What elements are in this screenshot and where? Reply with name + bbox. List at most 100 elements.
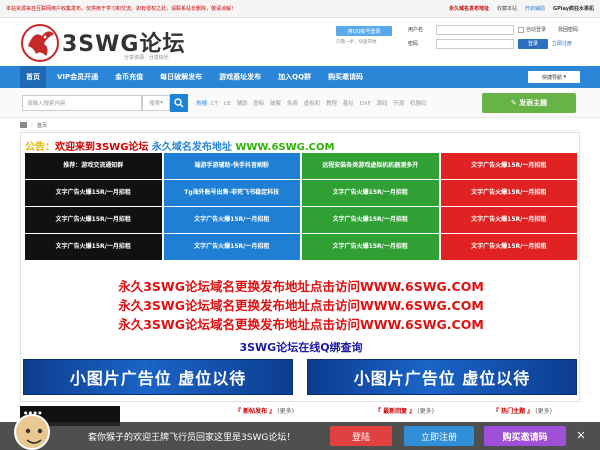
main-nav: 首页 VIP会员开通 金币充值 每日破解发布 游戏基址发布 加入QQ群 购买邀请… xyxy=(0,66,600,88)
search-row: 请输入搜索内容 搜索 ▾ 热搜: CT CE 辅助 图标 破解 免费 虚拟机 教程… xyxy=(0,88,600,118)
text-ad-cell[interactable]: 文字广告火爆15R/一月招租 xyxy=(302,207,439,233)
text-ad-cell[interactable]: 文字广告火爆15R/一月招租 xyxy=(25,180,162,206)
text-ad-grid: 推荐：游戏交流通知群 端游手游辅助-快手抖音刷粉 远程安装各类游戏虚拟机机器测多开文… xyxy=(25,153,577,260)
hot-word[interactable]: 免费 xyxy=(287,101,298,107)
register-link[interactable]: 立即注册 xyxy=(552,40,572,47)
password-label: 密码 xyxy=(408,41,419,47)
domain-link[interactable]: 永久3SWG论坛域名更换发布地址点击访问WWW.6SWG.COM xyxy=(21,277,581,296)
sticky-login-button[interactable]: 登陆 xyxy=(330,426,392,446)
domain-link[interactable]: 永久3SWG论坛域名更换发布地址点击访问WWW.6SWG.COM xyxy=(21,315,581,334)
post-topic-button[interactable]: ✎ 发表主题 xyxy=(482,93,576,113)
hot-word[interactable]: CE xyxy=(224,101,231,107)
login-form: 用户名 自动登录 找回密码 密码 登录 立即注册 xyxy=(408,23,594,51)
qq-binding-query-link[interactable]: 3SWG论坛在线Q绑查询 xyxy=(21,339,581,355)
hot-word[interactable]: 基址 xyxy=(343,101,354,107)
text-ad-cell[interactable]: 端游手游辅助-快手抖音刷粉 xyxy=(163,153,300,179)
search-button[interactable] xyxy=(170,94,188,112)
guest-welcome-message: 套你猴子的欢迎王牌飞行员回家这里是3SWG论坛！ xyxy=(88,433,296,443)
sticky-register-button[interactable]: 立即注册 xyxy=(404,426,474,446)
nav-item-gold[interactable]: 金币充值 xyxy=(109,66,149,88)
text-ad-cell[interactable]: Tg海外账号出售-非死飞书稳定科技 xyxy=(163,180,300,206)
text-ad-cell[interactable]: 文字广告火爆15R/一月招租 xyxy=(440,207,577,233)
text-ad-cell[interactable]: 文字广告火爆15R/一月招租 xyxy=(302,180,439,206)
qq-login-block: 用QQ帐号登录 只需一步，快速开始 xyxy=(336,26,392,45)
search-type-select[interactable]: 搜索 ▾ xyxy=(142,95,170,111)
mascot-avatar xyxy=(14,414,50,450)
text-ad-cell[interactable]: 文字广告火爆15R/一月招租 xyxy=(302,234,439,260)
page-root: 本站资源来自互联网用户收集发布，仅供用于学习和交流。如有侵权之处，请联系站长删除… xyxy=(0,0,600,450)
forgot-password-link[interactable]: 找回密码 xyxy=(558,26,578,33)
text-ad-cell[interactable]: 文字广告火爆15R/一月招租 xyxy=(440,234,577,260)
site-notice: 本站资源来自互联网用户收集发布，仅供用于学习和交流。如有侵权之处，请联系站长删除… xyxy=(6,6,237,12)
hot-word[interactable]: 机器码 xyxy=(410,101,427,107)
search-type-label: 搜索 xyxy=(149,101,161,107)
hot-word[interactable]: 破解 xyxy=(270,101,281,107)
breadcrumb-home[interactable]: 首页 xyxy=(37,122,47,129)
column-more-link[interactable]: (更多) xyxy=(417,408,434,415)
column-new-threads-title: 『 新帖发布 』 xyxy=(235,408,276,415)
top-strip: 本站资源来自互联网用户收集发布，仅供用于学习和交流。如有侵权之处，请联系站长删除… xyxy=(0,0,600,18)
site-logo[interactable]: 3SWG论坛 分享资源 · 分享快乐 xyxy=(20,24,200,62)
nav-item-qq-group[interactable]: 加入QQ群 xyxy=(272,66,317,88)
nav-item-vip[interactable]: VIP会员开通 xyxy=(51,66,104,88)
hot-word[interactable]: 教程 xyxy=(326,101,337,107)
breadcrumb: › 首页 xyxy=(20,120,580,131)
login-button[interactable]: 登录 xyxy=(518,38,548,49)
password-input[interactable] xyxy=(436,38,514,49)
sticky-buy-invite-button[interactable]: 购买邀请码 xyxy=(484,426,566,446)
domain-link-list: 永久3SWG论坛域名更换发布地址点击访问WWW.6SWG.COM 永久3SWG论… xyxy=(21,277,581,334)
announcement-domain-label: 永久域名发布地址 xyxy=(148,142,232,153)
column-more-link[interactable]: (更多) xyxy=(277,408,294,415)
text-ad-cell[interactable]: 文字广告火爆15R/一月招租 xyxy=(163,234,300,260)
main-panel: 公告：欢迎来到3SWG论坛 永久域名发布地址 WWW.6SWG.COM 推荐：游… xyxy=(20,132,580,402)
chevron-down-icon: ▾ xyxy=(561,74,567,80)
search-input[interactable]: 请输入搜索内容 xyxy=(22,95,142,111)
column-more-link[interactable]: (更多) xyxy=(535,408,552,415)
text-ad-cell[interactable]: 远程安装各类游戏虚拟机机器测多开 xyxy=(302,153,439,179)
hot-word[interactable]: CT xyxy=(211,101,218,107)
announcement-prefix: 公告： xyxy=(25,142,55,153)
nav-item-invite-code[interactable]: 购买邀请码 xyxy=(322,66,369,88)
auto-login-label: 自动登录 xyxy=(526,27,547,33)
column-hot-topics-title: 『 热门主题 』 xyxy=(493,408,534,415)
hot-word[interactable]: 虚拟机 xyxy=(304,101,321,107)
quick-nav-label: 快捷导航 xyxy=(541,74,562,81)
quick-nav-dropdown[interactable]: 快捷导航 ▾ xyxy=(528,71,580,83)
image-ad-banners: 小图片广告位 虚位以待 小图片广告位 虚位以待 xyxy=(21,359,581,399)
bookmark-link[interactable]: 收藏本站 xyxy=(497,5,517,12)
domain-publish-link[interactable]: 永久域名发布地址 xyxy=(449,5,489,12)
breadcrumb-separator: › xyxy=(31,122,33,128)
nav-item-game-base[interactable]: 游戏基址发布 xyxy=(213,66,267,88)
image-ad-banner[interactable]: 小图片广告位 虚位以待 xyxy=(23,359,293,395)
nav-item-home[interactable]: 首页 xyxy=(20,66,46,88)
domain-link[interactable]: 永久3SWG论坛域名更换发布地址点击访问WWW.6SWG.COM xyxy=(21,296,581,315)
username-input[interactable] xyxy=(436,24,514,35)
monkey-face-icon xyxy=(17,417,48,448)
close-icon[interactable]: ✕ xyxy=(574,428,588,442)
nav-item-daily-crack[interactable]: 每日破解发布 xyxy=(154,66,208,88)
hot-word[interactable]: 图标 xyxy=(253,101,264,107)
home-icon[interactable] xyxy=(20,122,27,128)
announcement-domain-link[interactable]: WWW.6SWG.COM xyxy=(232,142,334,153)
sticky-guest-bar: 套你猴子的欢迎王牌飞行员回家这里是3SWG论坛！ 登陆 立即注册 购买邀请码 ✕ xyxy=(0,414,600,450)
text-ad-cell[interactable]: 文字广告火爆15R/一月招租 xyxy=(440,180,577,206)
hot-word[interactable]: 源码 xyxy=(376,101,387,107)
text-ad-cell[interactable]: 文字广告火爆15R/一月招租 xyxy=(163,207,300,233)
hot-word[interactable]: DXF xyxy=(360,101,371,107)
image-ad-banner[interactable]: 小图片广告位 虚位以待 xyxy=(307,359,577,395)
text-ad-cell[interactable]: 文字广告火爆15R/一月招租 xyxy=(25,234,162,260)
brand-slogan: 分享资源 · 分享快乐 xyxy=(124,55,169,61)
fruit-machine-link[interactable]: GPlay疯狂水果机 xyxy=(553,5,594,12)
column-latest-replies-title: 『 最新回复 』 xyxy=(375,408,416,415)
text-ad-cell[interactable]: 文字广告火爆15R/一月招租 xyxy=(440,153,577,179)
hot-word[interactable]: 开源 xyxy=(393,101,404,107)
qq-login-button[interactable]: 用QQ帐号登录 xyxy=(336,26,392,36)
text-ad-cell[interactable]: 文字广告火爆15R/一月招租 xyxy=(25,207,162,233)
auto-login-checkbox[interactable] xyxy=(518,26,524,33)
hot-word[interactable]: 辅助 xyxy=(237,101,248,107)
hot-search-words: 热搜: CT CE 辅助 图标 破解 免费 虚拟机 教程 基址 DXF 源码 开… xyxy=(196,99,430,107)
hot-label: 热搜: xyxy=(196,101,209,107)
extra-link[interactable]: 开启辅助 xyxy=(525,5,545,12)
username-label: 用户名 xyxy=(408,27,424,33)
text-ad-cell[interactable]: 推荐：游戏交流通知群 xyxy=(25,153,162,179)
